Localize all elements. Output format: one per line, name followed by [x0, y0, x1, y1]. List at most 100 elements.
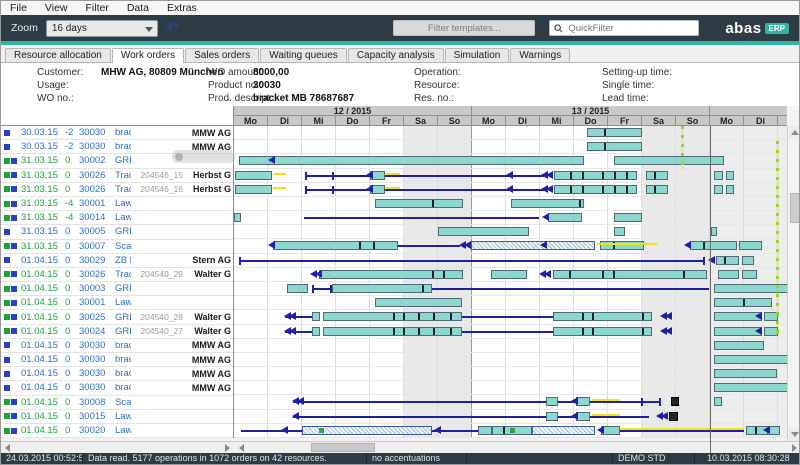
gantt-bar[interactable] — [323, 312, 462, 321]
gantt-bar[interactable] — [478, 426, 492, 435]
menu-item-filter[interactable]: Filter — [77, 2, 118, 14]
gantt-bar[interactable] — [553, 312, 652, 321]
tab-sales-orders[interactable]: Sales orders — [185, 48, 259, 62]
work-order-row[interactable]: 31.03.15030007Scarifier 43cm 2.4 — [1, 240, 233, 254]
work-order-row[interactable]: 30.03.15-230030bracket MB 78687MMW AG — [1, 126, 233, 140]
menu-item-extras[interactable]: Extras — [158, 2, 206, 14]
gantt-bar[interactable] — [554, 171, 637, 180]
gantt-bar[interactable] — [711, 227, 717, 236]
gantt-bar-dark[interactable] — [671, 397, 679, 406]
quickfilter-box[interactable] — [549, 20, 699, 36]
vertical-scrollbar[interactable] — [787, 126, 800, 441]
filter-templates-button[interactable]: Filter templates... — [393, 20, 535, 36]
gantt-bar[interactable] — [714, 369, 777, 378]
gantt-bar[interactable] — [614, 156, 724, 165]
menu-item-view[interactable]: View — [36, 2, 77, 14]
gantt-bar[interactable] — [235, 171, 272, 180]
table-scroll-left-button[interactable] — [1, 442, 13, 453]
gantt-bar-hatched[interactable] — [471, 241, 595, 250]
gantt-bar[interactable] — [319, 270, 463, 279]
gantt-bar[interactable] — [614, 213, 642, 222]
gantt-bar[interactable] — [646, 171, 668, 180]
work-order-row[interactable]: 31.03.15030026Tractor TH 4005204546_15He… — [1, 169, 233, 183]
tab-capacity-analysis[interactable]: Capacity analysis — [348, 48, 444, 62]
gantt-bar[interactable] — [375, 298, 462, 307]
gantt-bar[interactable] — [323, 327, 462, 336]
gantt-bar[interactable] — [742, 270, 757, 279]
gantt-bar[interactable] — [548, 213, 582, 222]
tab-warnings[interactable]: Warnings — [510, 48, 570, 62]
work-order-row[interactable]: 01.04.15030008Scarifier 36cm 2.1 — [1, 396, 233, 410]
tab-simulation[interactable]: Simulation — [445, 48, 510, 62]
work-order-row[interactable]: 01.04.15030029ZB lube oil line A61Stern … — [1, 254, 233, 268]
gantt-bar[interactable] — [554, 185, 637, 194]
gantt-bar[interactable] — [235, 185, 272, 194]
gantt-bar-hatched[interactable] — [532, 426, 595, 435]
work-order-row[interactable]: 31.03.15-430001Lawn trimmer 350 — [1, 197, 233, 211]
gantt-bar[interactable] — [491, 270, 527, 279]
gantt-bar[interactable] — [511, 199, 584, 208]
gantt-bar[interactable] — [546, 412, 558, 421]
gantt-bar[interactable] — [726, 171, 734, 180]
gantt-bar[interactable] — [234, 213, 241, 222]
work-order-row[interactable]: 01.04.15030030bracket MB 78687MMW AG — [1, 381, 233, 395]
work-order-row[interactable]: 31.03.15030026Tractor TH 4005204546_16He… — [1, 183, 233, 197]
gantt-bar[interactable] — [587, 128, 642, 137]
work-order-row[interactable]: 01.04.15030003GREEN Shredder 2 — [1, 282, 233, 296]
menu-item-file[interactable]: File — [1, 2, 36, 14]
gantt-bar-dark[interactable] — [669, 412, 678, 421]
gantt-bar[interactable] — [714, 397, 722, 406]
gantt-bar[interactable] — [690, 241, 737, 250]
gantt-bar[interactable] — [614, 227, 625, 236]
work-order-row[interactable]: 01.04.15030015Lawn mower 40cm — [1, 410, 233, 424]
zoom-select[interactable]: 16 days — [46, 20, 158, 37]
gantt-horizontal-scrollbar[interactable] — [234, 441, 800, 453]
gantt-scroll-right-button[interactable] — [788, 442, 800, 453]
tab-work-orders[interactable]: Work orders — [112, 48, 184, 63]
table-scroll-right-button[interactable] — [221, 442, 233, 453]
gantt-bar[interactable] — [714, 341, 764, 350]
work-order-row[interactable]: 01.04.15030020Lawn mower 43cm — [1, 424, 233, 438]
work-order-row[interactable]: 01.04.15030024GREEN Lawn tract204540_27W… — [1, 325, 233, 339]
gantt-bar[interactable] — [576, 412, 590, 421]
work-order-row[interactable]: 01.04.15030030bracket MB 78687MMW AG — [1, 353, 233, 367]
gantt-scroll-thumb[interactable] — [311, 443, 375, 452]
gantt-bar[interactable] — [718, 270, 739, 279]
gantt-bar[interactable] — [546, 397, 558, 406]
gantt-bar[interactable] — [714, 383, 787, 392]
gantt-bar[interactable] — [312, 327, 320, 336]
gantt-bar[interactable] — [553, 270, 707, 279]
gantt-bar[interactable] — [714, 355, 787, 364]
gantt-bar[interactable] — [714, 171, 723, 180]
work-order-row[interactable]: 31.03.15-430014Lawn mower 40cm — [1, 211, 233, 225]
scroll-down-button[interactable] — [788, 428, 800, 441]
gantt-bar[interactable] — [438, 227, 529, 236]
gantt-bar[interactable] — [287, 284, 308, 293]
work-order-row[interactable]: 01.04.15030001Lawn trimmer 350 — [1, 296, 233, 310]
gantt-bar[interactable] — [742, 256, 754, 265]
vertical-scroll-thumb[interactable] — [790, 193, 800, 223]
gantt-bar[interactable] — [739, 241, 762, 250]
gantt-bar[interactable] — [726, 185, 734, 194]
gantt-bar[interactable] — [332, 284, 432, 293]
gantt-bar[interactable] — [646, 185, 668, 194]
tab-waiting-queues[interactable]: Waiting queues — [260, 48, 347, 62]
work-order-row[interactable]: 31.03.15030005GREEN Shredder 2 — [1, 225, 233, 239]
undo-icon[interactable]: ↶ — [166, 20, 179, 37]
gantt-bar[interactable] — [239, 156, 584, 165]
gantt-bar[interactable] — [576, 397, 590, 406]
gantt-bar[interactable] — [553, 327, 652, 336]
gantt-scroll-left-button[interactable] — [235, 442, 247, 453]
gantt-bar[interactable] — [375, 199, 463, 208]
table-horizontal-scrollbar[interactable] — [1, 441, 234, 453]
menu-item-data[interactable]: Data — [118, 2, 158, 14]
gantt-bar[interactable] — [587, 142, 642, 151]
work-order-row[interactable]: 01.04.15030030bracket MB 78687MMW AG — [1, 367, 233, 381]
gantt-bar[interactable] — [273, 241, 398, 250]
work-order-row[interactable]: 01.04.15030030bracket MB 78687MMW AG — [1, 339, 233, 353]
quickfilter-input[interactable] — [566, 22, 676, 35]
gantt-bar[interactable] — [714, 298, 772, 307]
scroll-up-button[interactable] — [788, 126, 800, 139]
gantt-bar[interactable] — [714, 185, 723, 194]
work-order-row[interactable]: 01.04.15030025GREEN Lawn tract204540_28W… — [1, 310, 233, 324]
